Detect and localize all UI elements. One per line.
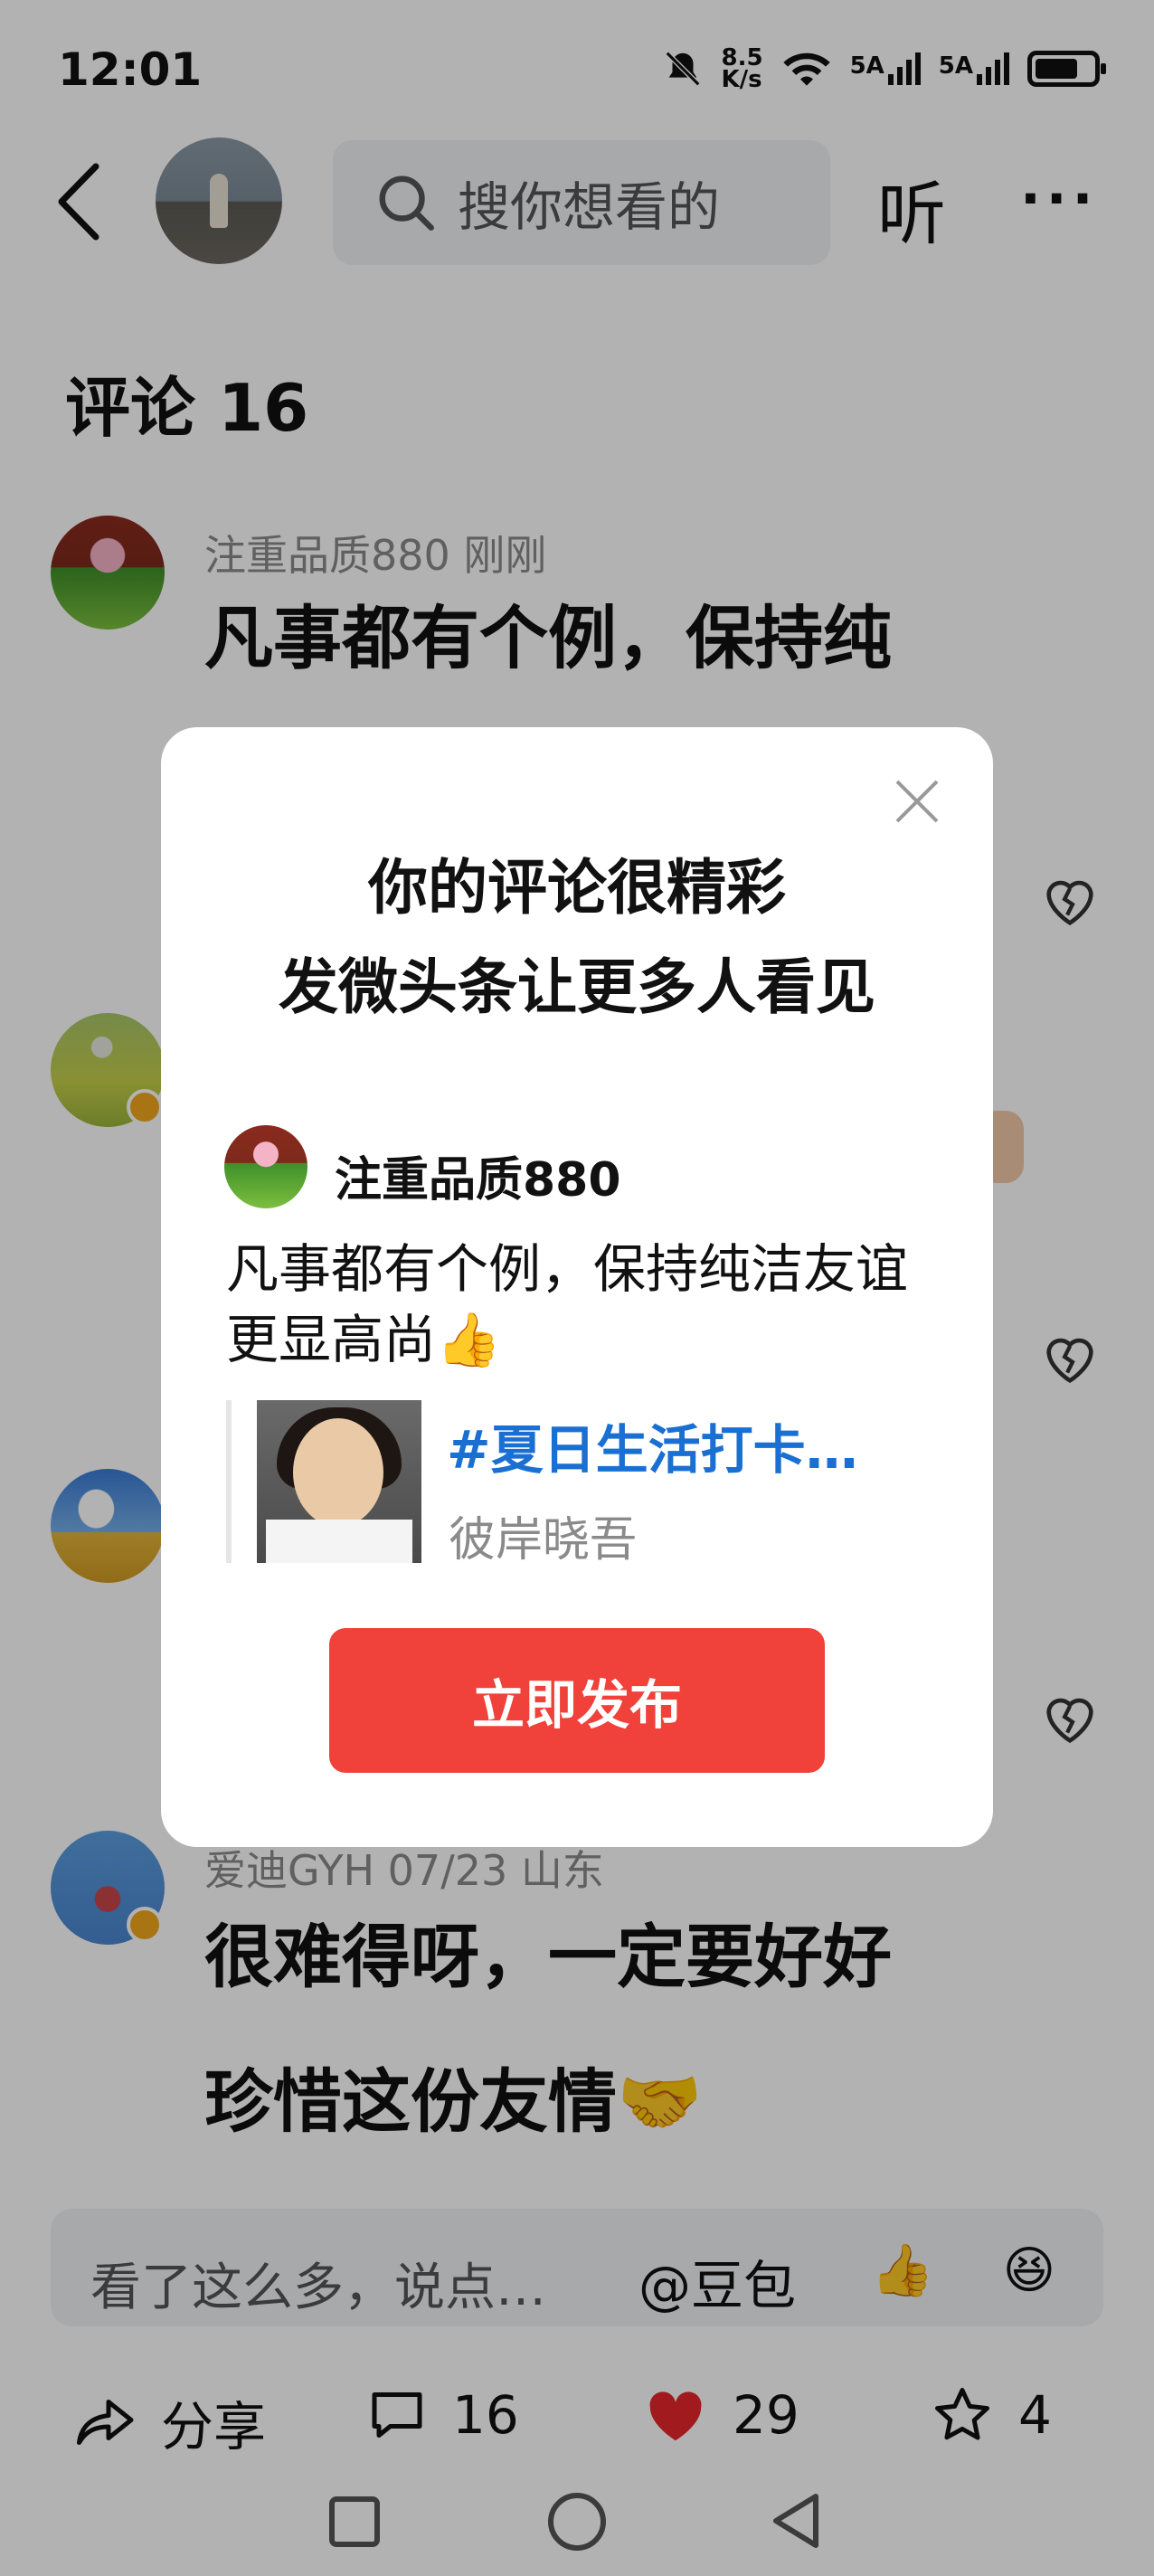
publish-now-button[interactable]: 立即发布 — [329, 1628, 825, 1773]
modal-title-line2: 发微头条让更多人看见 — [279, 952, 875, 1022]
quote-author: 彼岸晓吾 — [449, 1513, 638, 1567]
modal-comment-text: 凡事都有个例，保持纯洁友谊更显高尚👍 — [226, 1238, 909, 1370]
modal-user-avatar — [224, 1125, 307, 1208]
modal-title-line1: 你的评论很精彩 — [368, 853, 786, 923]
quote-divider — [226, 1400, 232, 1563]
quote-thumbnail — [257, 1400, 421, 1563]
modal-user-name: 注重品质880 — [335, 1153, 621, 1208]
close-icon[interactable] — [894, 778, 941, 825]
quote-topic[interactable]: #夏日生活打卡… — [447, 1407, 858, 1483]
